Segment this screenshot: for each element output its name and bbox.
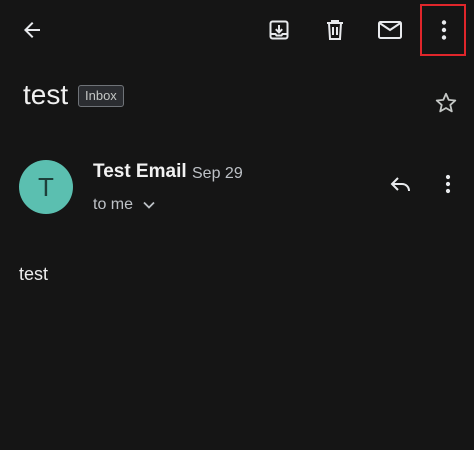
delete-icon xyxy=(327,20,343,40)
highlight-box xyxy=(420,4,466,56)
recipient-text: to me xyxy=(93,196,134,213)
chevron-down-icon xyxy=(143,201,155,209)
archive-icon xyxy=(269,20,289,40)
inbox-label-chip[interactable]: Inbox xyxy=(78,85,124,107)
email-view-screen: test Inbox T Test Email Sep 29 to me tes… xyxy=(0,0,474,450)
star-button[interactable] xyxy=(426,83,466,123)
archive-button[interactable] xyxy=(259,10,299,50)
reply-icon xyxy=(390,177,410,192)
email-subject: test xyxy=(23,79,69,110)
delete-button[interactable] xyxy=(315,10,355,50)
sender-name: Test Email xyxy=(93,161,187,182)
star-icon xyxy=(435,92,457,113)
email-date: Sep 29 xyxy=(192,165,243,182)
mark-unread-button[interactable] xyxy=(370,10,410,50)
recipient-details-toggle[interactable]: to me xyxy=(93,194,155,216)
back-button[interactable] xyxy=(12,10,52,50)
more-vert-icon xyxy=(445,174,451,194)
message-more-options-button[interactable] xyxy=(428,164,468,204)
avatar[interactable]: T xyxy=(19,160,73,214)
email-body: test xyxy=(19,264,49,284)
back-arrow-icon xyxy=(24,22,40,38)
mark-unread-icon xyxy=(378,21,402,39)
reply-button[interactable] xyxy=(381,164,421,204)
